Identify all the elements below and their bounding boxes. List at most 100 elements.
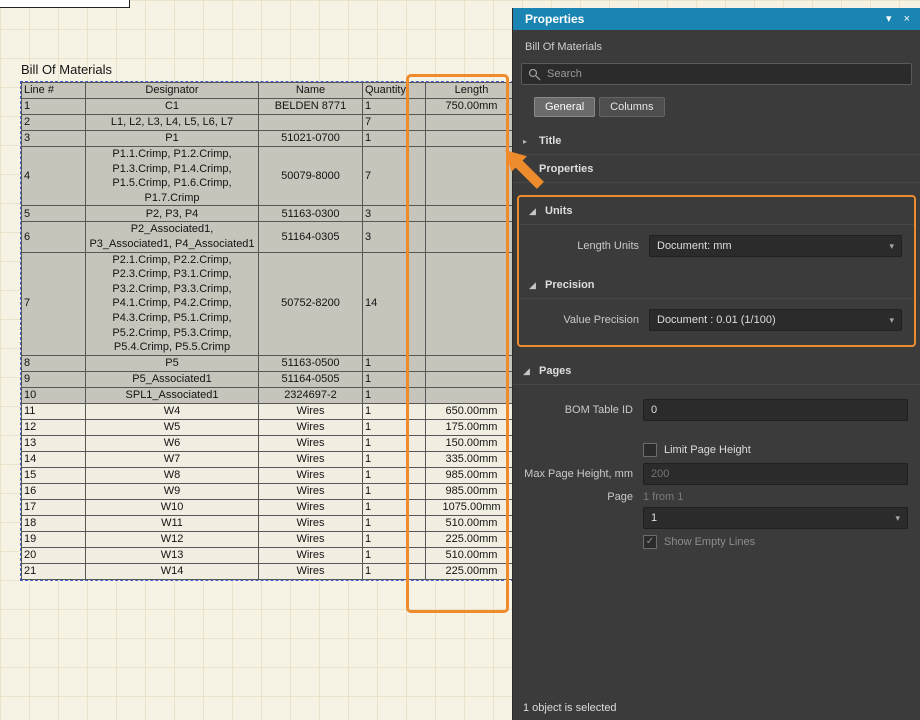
value-precision-value: Document : 0.01 (1/100): [657, 314, 885, 326]
section-pages[interactable]: ◢ Pages: [513, 357, 920, 385]
cell-quantity: 1: [363, 355, 426, 371]
table-row[interactable]: 6P2_Associated1, P3_Associated1, P4_Asso…: [22, 222, 518, 252]
table-row[interactable]: 20W13Wires1510.00mm: [22, 547, 518, 563]
sheet-edge: [0, 0, 130, 8]
show-empty-lines-checkbox[interactable]: ✓: [643, 535, 657, 549]
cell-name: 51164-0505: [259, 371, 363, 387]
cell-line: 9: [22, 371, 86, 387]
section-precision[interactable]: ◢ Precision: [519, 271, 914, 299]
table-row[interactable]: 8P551163-05001: [22, 355, 518, 371]
cell-designator: P2.1.Crimp, P2.2.Crimp, P2.3.Crimp, P3.1…: [86, 252, 259, 355]
cell-length: 225.00mm: [426, 531, 518, 547]
cell-length: [426, 387, 518, 403]
cell-designator: W5: [86, 419, 259, 435]
cell-line: 16: [22, 483, 86, 499]
cell-length: [426, 206, 518, 222]
table-row[interactable]: 16W9Wires1985.00mm: [22, 483, 518, 499]
chevron-down-icon: ▾: [895, 513, 900, 524]
table-row[interactable]: 11W4Wires1650.00mm: [22, 403, 518, 419]
column-header-1: Designator: [86, 83, 259, 99]
tab-columns[interactable]: Columns: [599, 97, 664, 117]
cell-quantity: 1: [363, 451, 426, 467]
table-row[interactable]: 5P2, P3, P451163-03003: [22, 206, 518, 222]
close-icon[interactable]: ×: [904, 8, 910, 30]
table-row[interactable]: 10SPL1_Associated12324697-21: [22, 387, 518, 403]
cell-line: 8: [22, 355, 86, 371]
table-row[interactable]: 18W11Wires1510.00mm: [22, 515, 518, 531]
cell-length: 225.00mm: [426, 563, 518, 579]
page-select[interactable]: 1 ▾: [643, 507, 908, 529]
cell-name: Wires: [259, 499, 363, 515]
table-header-row: Line #DesignatorNameQuantityLength: [22, 83, 518, 99]
table-row[interactable]: 9P5_Associated151164-05051: [22, 371, 518, 387]
tab-general[interactable]: General: [534, 97, 595, 117]
cell-quantity: 1: [363, 387, 426, 403]
max-page-height-label: Max Page Height, mm: [513, 468, 643, 480]
table-row[interactable]: 4P1.1.Crimp, P1.2.Crimp, P1.3.Crimp, P1.…: [22, 147, 518, 206]
cell-length: [426, 371, 518, 387]
chevron-down-icon: ▾: [889, 241, 894, 252]
cell-name: Wires: [259, 403, 363, 419]
cell-line: 4: [22, 147, 86, 206]
cell-line: 20: [22, 547, 86, 563]
table-row[interactable]: 13W6Wires1150.00mm: [22, 435, 518, 451]
table-row[interactable]: 7P2.1.Crimp, P2.2.Crimp, P2.3.Crimp, P3.…: [22, 252, 518, 355]
table-row[interactable]: 3P151021-07001: [22, 131, 518, 147]
section-precision-label: Precision: [545, 279, 595, 291]
table-row[interactable]: 19W12Wires1225.00mm: [22, 531, 518, 547]
length-units-select[interactable]: Document: mm ▾: [649, 235, 902, 257]
cell-quantity: 1: [363, 99, 426, 115]
cell-line: 6: [22, 222, 86, 252]
bom-table-id-input[interactable]: 0: [643, 399, 908, 421]
units-precision-highlight: ◢ Units Length Units Document: mm ▾ ◢ Pr…: [517, 195, 916, 347]
section-title[interactable]: ▸ Title: [513, 127, 920, 155]
cell-quantity: 3: [363, 206, 426, 222]
app-window: Bill Of Materials Line #DesignatorNameQu…: [0, 0, 920, 720]
table-row[interactable]: 21W14Wires1225.00mm: [22, 563, 518, 579]
section-units[interactable]: ◢ Units: [519, 197, 914, 225]
cell-name: 50752-8200: [259, 252, 363, 355]
section-properties[interactable]: ▸ Properties: [513, 155, 920, 183]
cell-length: [426, 131, 518, 147]
cell-length: 510.00mm: [426, 515, 518, 531]
column-header-0: Line #: [22, 83, 86, 99]
search-input[interactable]: Search: [521, 63, 912, 85]
cell-length: 985.00mm: [426, 483, 518, 499]
cell-name: 51163-0300: [259, 206, 363, 222]
max-page-height-input[interactable]: 200: [643, 463, 908, 485]
table-row[interactable]: 2L1, L2, L3, L4, L5, L6, L77: [22, 115, 518, 131]
section-pages-label: Pages: [539, 365, 571, 377]
cell-length: [426, 115, 518, 131]
cell-designator: P5_Associated1: [86, 371, 259, 387]
cell-designator: W8: [86, 467, 259, 483]
cell-designator: W14: [86, 563, 259, 579]
table-row[interactable]: 1C1BELDEN 87711750.00mm: [22, 99, 518, 115]
cell-designator: W6: [86, 435, 259, 451]
cell-name: [259, 115, 363, 131]
table-row[interactable]: 12W5Wires1175.00mm: [22, 419, 518, 435]
table-row[interactable]: 17W10Wires11075.00mm: [22, 499, 518, 515]
cell-length: 985.00mm: [426, 467, 518, 483]
value-precision-select[interactable]: Document : 0.01 (1/100) ▾: [649, 309, 902, 331]
cell-designator: P2_Associated1, P3_Associated1, P4_Assoc…: [86, 222, 259, 252]
cell-length: 750.00mm: [426, 99, 518, 115]
panel-title: Properties: [525, 8, 584, 30]
limit-page-height-checkbox[interactable]: [643, 443, 657, 457]
table-row[interactable]: 15W8Wires1985.00mm: [22, 467, 518, 483]
bom-table[interactable]: Line #DesignatorNameQuantityLength 1C1BE…: [20, 81, 519, 581]
cell-line: 7: [22, 252, 86, 355]
cell-designator: P1: [86, 131, 259, 147]
cell-line: 10: [22, 387, 86, 403]
table-row[interactable]: 14W7Wires1335.00mm: [22, 451, 518, 467]
length-units-value: Document: mm: [657, 240, 885, 252]
bom-table-id-label: BOM Table ID: [513, 404, 643, 416]
cell-quantity: 1: [363, 435, 426, 451]
cell-name: Wires: [259, 451, 363, 467]
panel-menu-icon[interactable]: ▾: [886, 8, 892, 30]
cell-name: 50079-8000: [259, 147, 363, 206]
cell-name: Wires: [259, 467, 363, 483]
search-icon: [528, 68, 541, 81]
cell-quantity: 3: [363, 222, 426, 252]
cell-line: 2: [22, 115, 86, 131]
cell-line: 3: [22, 131, 86, 147]
